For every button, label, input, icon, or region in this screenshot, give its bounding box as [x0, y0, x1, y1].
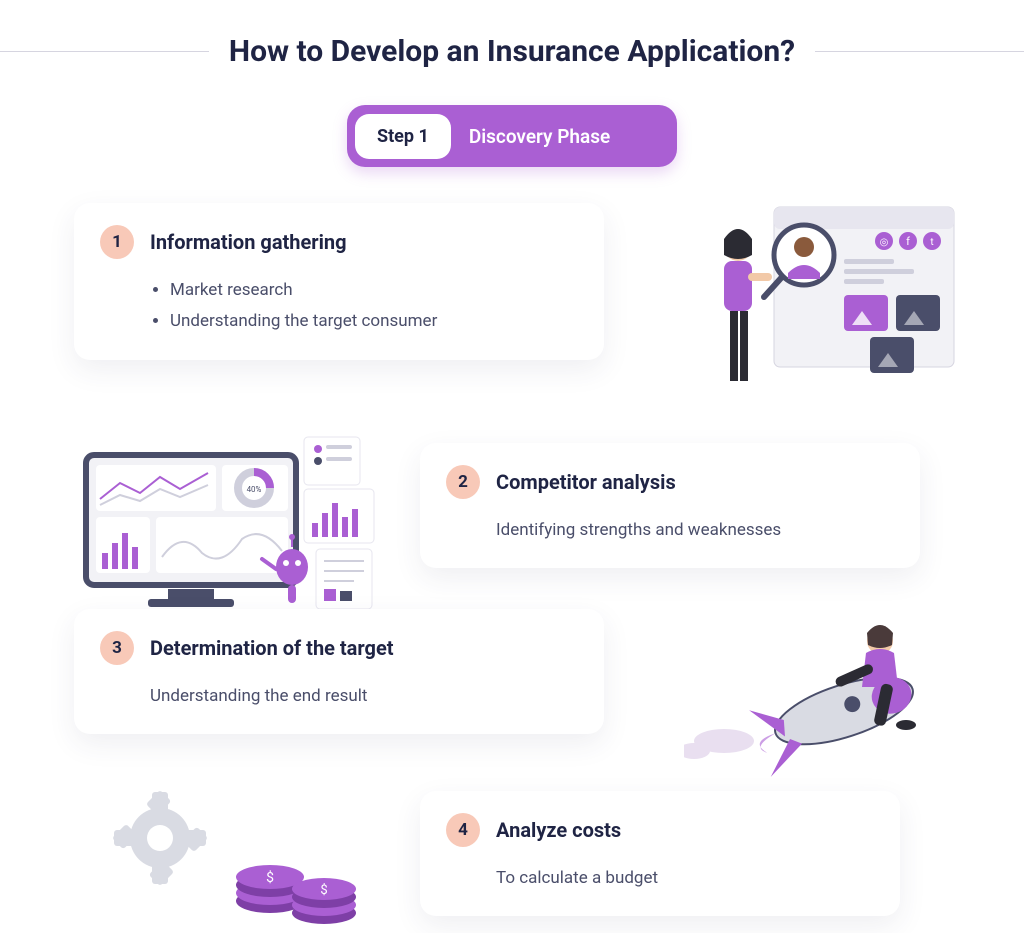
svg-text:f: f	[906, 235, 910, 248]
svg-text:$: $	[266, 869, 274, 886]
rocket-rider-icon	[684, 601, 964, 781]
gear-coins-icon: $ $	[100, 783, 380, 933]
card-body: Identifying strengths and weaknesses	[496, 515, 894, 546]
card-information-gathering: 1 Information gathering Market research …	[74, 203, 604, 360]
card-body: To calculate a budget	[496, 863, 874, 894]
svg-text:$: $	[320, 883, 327, 898]
card-header: 3 Determination of the target	[100, 631, 578, 665]
card-body: Understanding the end result	[150, 681, 578, 712]
divider-right	[815, 51, 1024, 52]
card-body: Market research Understanding the target…	[150, 275, 578, 338]
svg-text:40%: 40%	[247, 485, 262, 494]
card-header: 2 Competitor analysis	[446, 465, 894, 499]
divider-left	[0, 51, 209, 52]
card-competitor-analysis: 2 Competitor analysis Identifying streng…	[420, 443, 920, 568]
content-stage: 1 Information gathering Market research …	[0, 203, 1024, 923]
step-title: Discovery Phase	[469, 125, 610, 148]
number-badge: 4	[446, 813, 480, 847]
card-title: Information gathering	[150, 230, 347, 254]
number-badge: 1	[100, 225, 134, 259]
profile-research-icon: ◎ f t	[684, 197, 964, 397]
number-badge: 2	[446, 465, 480, 499]
card-title: Analyze costs	[496, 818, 621, 842]
card-title: Determination of the target	[150, 636, 394, 660]
bullet-item: Market research	[170, 275, 578, 306]
card-title: Competitor analysis	[496, 470, 676, 494]
page-header: How to Develop an Insurance Application?	[0, 0, 1024, 69]
card-analyze-costs: 4 Analyze costs To calculate a budget	[420, 791, 900, 916]
step-number: Step 1	[355, 114, 451, 159]
bullet-item: Understanding the target consumer	[170, 306, 578, 337]
step-badge: Step 1 Discovery Phase	[347, 105, 677, 167]
svg-text:t: t	[930, 237, 933, 248]
card-header: 1 Information gathering	[100, 225, 578, 259]
card-target-determination: 3 Determination of the target Understand…	[74, 609, 604, 734]
analytics-dashboard-icon: 40%	[68, 429, 388, 629]
page-title: How to Develop an Insurance Application?	[229, 34, 795, 69]
svg-text:◎: ◎	[880, 237, 889, 248]
number-badge: 3	[100, 631, 134, 665]
card-header: 4 Analyze costs	[446, 813, 874, 847]
